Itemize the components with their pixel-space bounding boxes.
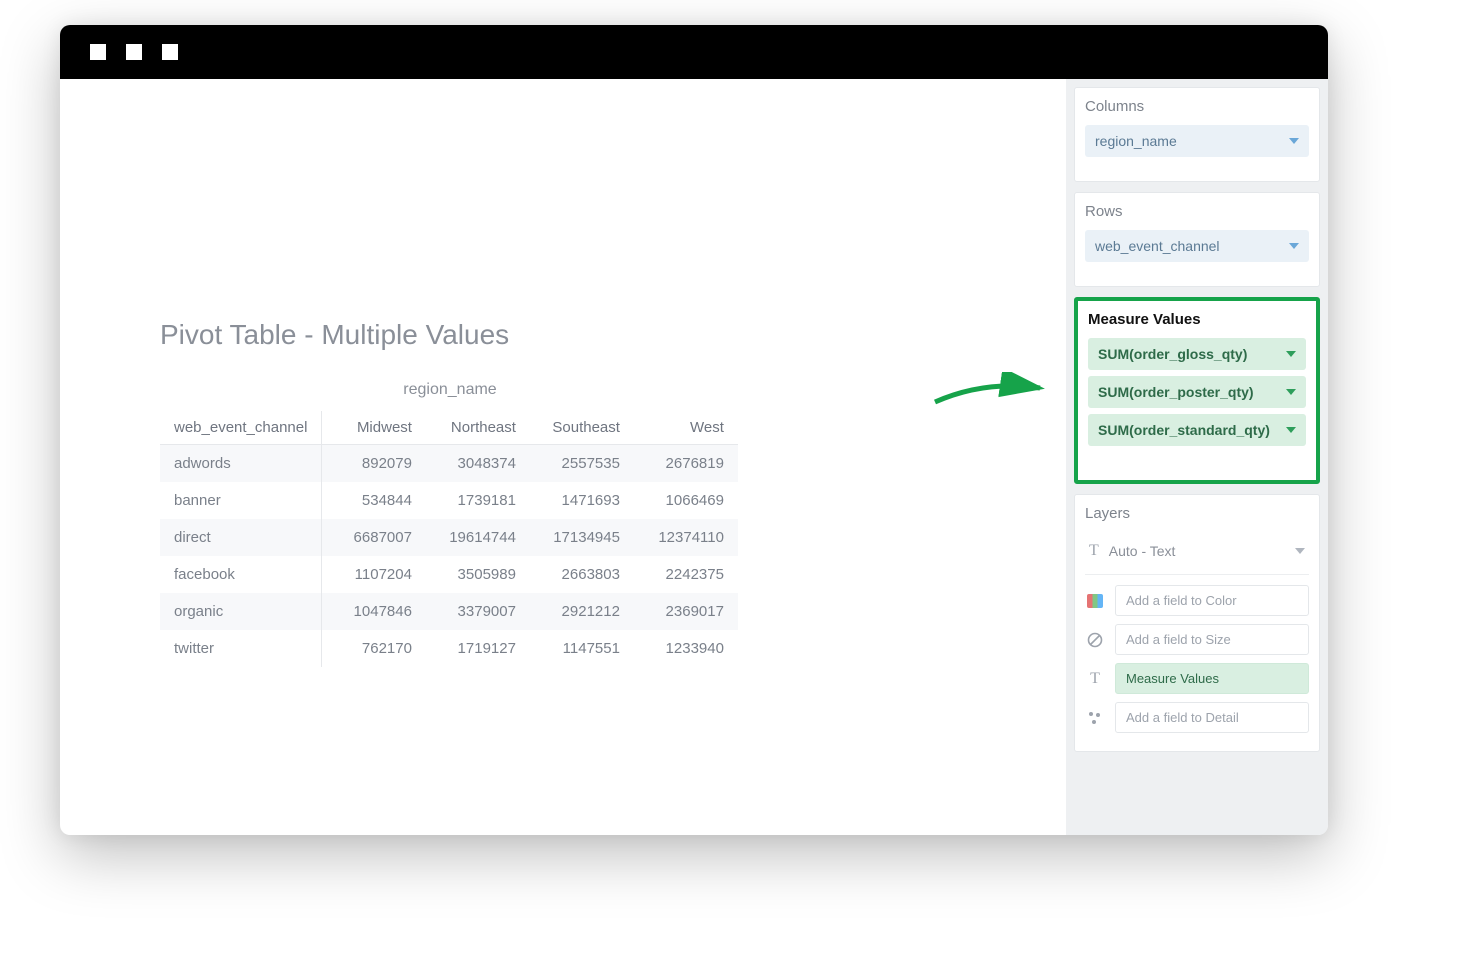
measure-pill[interactable]: SUM(order_standard_qty): [1088, 414, 1306, 446]
table-row: twitter762170171912711475511233940: [160, 630, 738, 667]
size-icon: [1085, 630, 1105, 650]
field-value: Measure Values: [1126, 671, 1219, 686]
pill-label: region_name: [1095, 133, 1177, 149]
text-icon: T: [1085, 669, 1105, 689]
row-label: twitter: [160, 630, 322, 667]
cell-value: 2921212: [530, 593, 634, 630]
cell-value: 762170: [322, 630, 426, 667]
column-field-label: region_name: [170, 381, 730, 399]
chart-title: Pivot Table - Multiple Values: [160, 319, 1066, 351]
pill-label: SUM(order_gloss_qty): [1098, 346, 1247, 362]
table-row: facebook1107204350598926638032242375: [160, 556, 738, 593]
window-control[interactable]: [126, 44, 142, 60]
placeholder-text: Add a field to Size: [1126, 632, 1231, 647]
layer-type-label: Auto - Text: [1109, 543, 1176, 559]
pivot-table: web_event_channel Midwest Northeast Sout…: [160, 411, 738, 667]
table-row: direct6687007196147441713494512374110: [160, 519, 738, 556]
row-label: direct: [160, 519, 322, 556]
pill-label: web_event_channel: [1095, 238, 1220, 254]
table-row: organic1047846337900729212122369017: [160, 593, 738, 630]
cell-value: 2369017: [634, 593, 738, 630]
pill-label: SUM(order_poster_qty): [1098, 384, 1254, 400]
main-canvas: Pivot Table - Multiple Values region_nam…: [60, 79, 1066, 835]
pill-label: SUM(order_standard_qty): [1098, 422, 1270, 438]
app-window: Pivot Table - Multiple Values region_nam…: [60, 25, 1328, 835]
cell-value: 1233940: [634, 630, 738, 667]
cell-value: 1719127: [426, 630, 530, 667]
col-header: West: [634, 411, 738, 445]
cell-value: 19614744: [426, 519, 530, 556]
cell-value: 534844: [322, 482, 426, 519]
cell-value: 1147551: [530, 630, 634, 667]
cell-value: 1739181: [426, 482, 530, 519]
columns-title: Columns: [1085, 98, 1309, 115]
window-control[interactable]: [90, 44, 106, 60]
columns-panel: Columns region_name: [1074, 87, 1320, 182]
row-field-header: web_event_channel: [160, 411, 322, 445]
row-label: organic: [160, 593, 322, 630]
cell-value: 17134945: [530, 519, 634, 556]
chevron-down-icon: [1295, 548, 1305, 554]
cell-value: 2557535: [530, 445, 634, 483]
cell-value: 1471693: [530, 482, 634, 519]
row-label: adwords: [160, 445, 322, 483]
text-icon: T: [1089, 542, 1099, 560]
text-field[interactable]: Measure Values: [1115, 663, 1309, 694]
layers-title: Layers: [1085, 505, 1309, 522]
cell-value: 1107204: [322, 556, 426, 593]
cell-value: 12374110: [634, 519, 738, 556]
row-label: facebook: [160, 556, 322, 593]
chevron-down-icon: [1286, 389, 1296, 395]
cell-value: 3505989: [426, 556, 530, 593]
color-icon: [1085, 591, 1105, 611]
config-sidebar: Columns region_name Rows web_event_chann…: [1066, 79, 1328, 835]
chevron-down-icon: [1286, 351, 1296, 357]
rows-pill[interactable]: web_event_channel: [1085, 230, 1309, 262]
chevron-down-icon: [1289, 243, 1299, 249]
measure-values-title: Measure Values: [1088, 311, 1306, 328]
color-field[interactable]: Add a field to Color: [1115, 585, 1309, 616]
window-titlebar: [60, 25, 1328, 79]
measure-values-panel: Measure Values SUM(order_gloss_qty) SUM(…: [1074, 297, 1320, 484]
row-label: banner: [160, 482, 322, 519]
cell-value: 3379007: [426, 593, 530, 630]
table-row: banner534844173918114716931066469: [160, 482, 738, 519]
detail-icon: [1085, 708, 1105, 728]
columns-pill[interactable]: region_name: [1085, 125, 1309, 157]
window-control[interactable]: [162, 44, 178, 60]
rows-panel: Rows web_event_channel: [1074, 192, 1320, 287]
measure-pill[interactable]: SUM(order_poster_qty): [1088, 376, 1306, 408]
size-field[interactable]: Add a field to Size: [1115, 624, 1309, 655]
annotation-arrow: [930, 372, 1050, 422]
cell-value: 1066469: [634, 482, 738, 519]
table-row: adwords892079304837425575352676819: [160, 445, 738, 483]
measure-pill[interactable]: SUM(order_gloss_qty): [1088, 338, 1306, 370]
cell-value: 1047846: [322, 593, 426, 630]
cell-value: 2676819: [634, 445, 738, 483]
col-header: Midwest: [322, 411, 426, 445]
chevron-down-icon: [1289, 138, 1299, 144]
placeholder-text: Add a field to Detail: [1126, 710, 1239, 725]
workspace: Pivot Table - Multiple Values region_nam…: [60, 79, 1328, 835]
col-header: Southeast: [530, 411, 634, 445]
cell-value: 6687007: [322, 519, 426, 556]
rows-title: Rows: [1085, 203, 1309, 220]
placeholder-text: Add a field to Color: [1126, 593, 1237, 608]
cell-value: 2663803: [530, 556, 634, 593]
cell-value: 2242375: [634, 556, 738, 593]
layer-type-select[interactable]: T Auto - Text: [1085, 536, 1309, 575]
chevron-down-icon: [1286, 427, 1296, 433]
col-header: Northeast: [426, 411, 530, 445]
detail-field[interactable]: Add a field to Detail: [1115, 702, 1309, 733]
cell-value: 892079: [322, 445, 426, 483]
layers-panel: Layers T Auto - Text Add a field to Colo…: [1074, 494, 1320, 752]
cell-value: 3048374: [426, 445, 530, 483]
